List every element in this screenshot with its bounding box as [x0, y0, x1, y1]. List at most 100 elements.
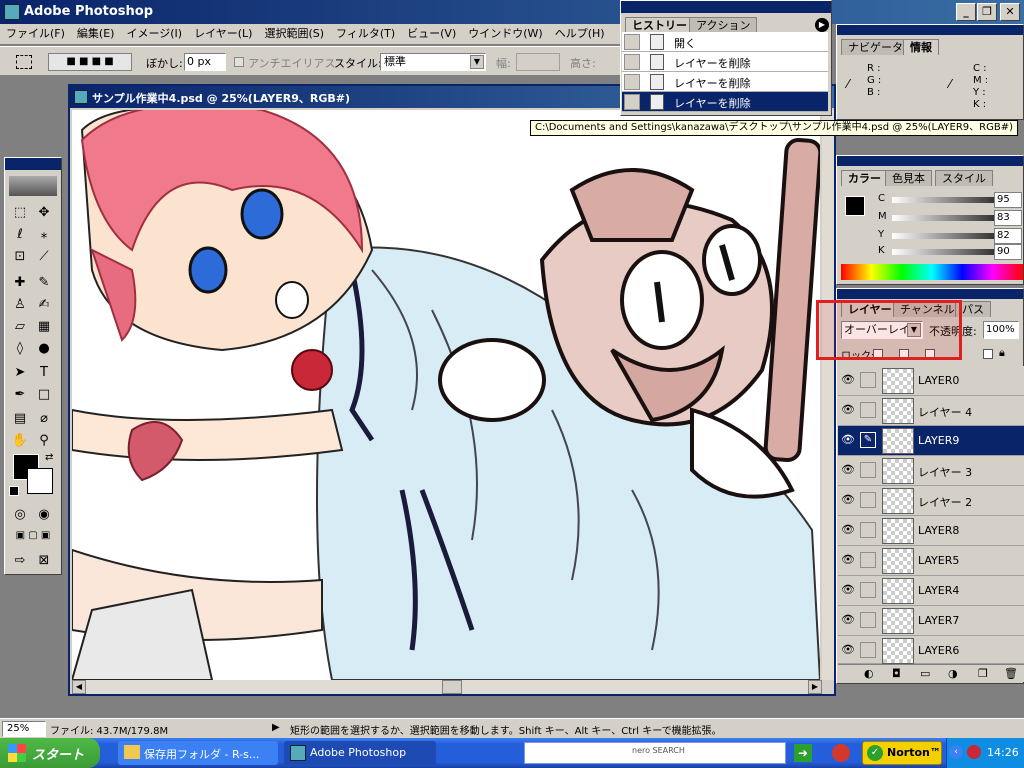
canvas[interactable]: [72, 110, 820, 680]
shape-icon[interactable]: □: [33, 384, 55, 406]
brush-icon[interactable]: ✎: [33, 272, 55, 294]
eye-icon[interactable]: 👁︎: [840, 642, 856, 658]
clone-stamp-icon[interactable]: ♙: [9, 294, 31, 316]
tab-info[interactable]: 情報: [903, 39, 939, 55]
layer-link-box[interactable]: [860, 582, 876, 598]
width-input[interactable]: [516, 53, 560, 71]
menu-filter[interactable]: フィルタ(T): [330, 24, 401, 44]
healing-brush-icon[interactable]: ✚: [9, 272, 31, 294]
history-snapshot-box[interactable]: [624, 94, 640, 110]
pen-icon[interactable]: ✒: [9, 384, 31, 406]
layer-row[interactable]: 👁︎ LAYER0: [838, 366, 1024, 396]
gradient-icon[interactable]: ▦: [33, 316, 55, 338]
blur-icon[interactable]: ◊: [9, 338, 31, 360]
menu-image[interactable]: イメージ(I): [120, 24, 188, 44]
layer-row[interactable]: 👁︎ レイヤー 3: [838, 456, 1024, 486]
move-icon[interactable]: ✥: [33, 202, 55, 224]
layer-link-box[interactable]: [860, 642, 876, 658]
layer-row[interactable]: 👁︎ レイヤー 4: [838, 396, 1024, 426]
default-colors-icon[interactable]: [9, 486, 19, 496]
tab-swatches[interactable]: 色見本: [885, 170, 932, 186]
antialias-checkbox[interactable]: [234, 57, 244, 67]
tab-navigator[interactable]: ナビゲータ: [841, 39, 910, 55]
path-select-icon[interactable]: ➤: [9, 362, 31, 384]
layer-row-selected[interactable]: 👁︎ ✎ LAYER9: [838, 426, 1024, 456]
layer-row[interactable]: 👁︎ LAYER4: [838, 576, 1024, 606]
layer-link-box[interactable]: [860, 402, 876, 418]
channel-value[interactable]: 82: [994, 228, 1022, 244]
feather-input[interactable]: 0 px: [184, 53, 226, 71]
horizontal-scrollbar[interactable]: ◀ ▶: [72, 680, 822, 694]
chevron-down-icon[interactable]: ▼: [470, 55, 484, 69]
hand-icon[interactable]: ✋: [9, 430, 31, 452]
new-layer-icon[interactable]: ❐: [978, 667, 988, 680]
history-snapshot-box[interactable]: [624, 54, 640, 70]
history-item[interactable]: 開く: [622, 32, 828, 52]
layer-style-icon[interactable]: ◐: [864, 667, 874, 680]
tab-history[interactable]: ヒストリー: [625, 17, 694, 33]
tray-app-icon[interactable]: [832, 744, 850, 762]
eye-icon[interactable]: 👁︎: [840, 432, 856, 448]
magic-wand-icon[interactable]: ⁎: [33, 224, 55, 246]
layer-link-box[interactable]: [860, 492, 876, 508]
channel-value[interactable]: 90: [994, 244, 1022, 260]
status-arrow-icon[interactable]: ▶: [272, 722, 280, 733]
eye-icon[interactable]: 👁︎: [840, 612, 856, 628]
eraser-icon[interactable]: ▱: [9, 316, 31, 338]
clock[interactable]: 14:26: [987, 746, 1019, 759]
quick-mask-icon[interactable]: ◉: [33, 504, 55, 526]
zoom-field[interactable]: 25%: [2, 721, 46, 737]
layer-row[interactable]: 👁︎ LAYER7: [838, 606, 1024, 636]
color-slider-c[interactable]: C 95: [840, 192, 1022, 210]
tray-network-icon[interactable]: [967, 745, 981, 759]
menu-layer[interactable]: レイヤー(L): [188, 24, 258, 44]
channel-value[interactable]: 83: [994, 210, 1022, 226]
marquee-icon[interactable]: ⬚: [9, 202, 31, 224]
zoom-icon[interactable]: ⚲: [33, 430, 55, 452]
eyedropper-icon[interactable]: ⌀: [33, 408, 55, 430]
type-icon[interactable]: T: [33, 362, 55, 384]
minimize-button[interactable]: _: [956, 3, 976, 21]
channel-value[interactable]: 95: [994, 192, 1022, 208]
color-slider-k[interactable]: K 90: [840, 244, 1022, 262]
eye-icon[interactable]: 👁︎: [840, 372, 856, 388]
standard-mode-icon[interactable]: ◎: [9, 504, 31, 526]
tray-expand-icon[interactable]: ‹: [949, 745, 963, 759]
taskbar-item-active[interactable]: Adobe Photoshop: [284, 741, 436, 765]
layer-row[interactable]: 👁︎ LAYER5: [838, 546, 1024, 576]
menu-window[interactable]: ウインドウ(W): [462, 24, 548, 44]
history-item-selected[interactable]: レイヤーを削除: [622, 92, 828, 112]
background-color-swatch[interactable]: [27, 468, 53, 494]
history-snapshot-box[interactable]: [624, 74, 640, 90]
eye-icon[interactable]: 👁︎: [840, 522, 856, 538]
dodge-icon[interactable]: ●: [33, 338, 55, 360]
menu-help[interactable]: ヘルプ(H): [549, 24, 611, 44]
eye-icon[interactable]: 👁︎: [840, 462, 856, 478]
layer-link-box[interactable]: [860, 462, 876, 478]
selection-mode-buttons[interactable]: ■ ■ ■ ■: [48, 53, 132, 71]
layer-link-box[interactable]: [860, 612, 876, 628]
marquee-tool-icon[interactable]: [16, 55, 32, 69]
trash-icon[interactable]: 🗑︎: [1004, 667, 1018, 680]
layer-link-box[interactable]: [860, 372, 876, 388]
menu-file[interactable]: ファイル(F): [0, 24, 71, 44]
scroll-right-button[interactable]: ▶: [808, 680, 822, 694]
layer-link-box[interactable]: [860, 522, 876, 538]
lock-all-checkbox[interactable]: [983, 349, 993, 359]
layer-row[interactable]: 👁︎ LAYER8: [838, 516, 1024, 546]
eye-icon[interactable]: 👁︎: [840, 552, 856, 568]
scroll-left-button[interactable]: ◀: [72, 680, 86, 694]
menu-select[interactable]: 選択範囲(S): [258, 24, 330, 44]
slice-icon[interactable]: ⟋: [33, 246, 55, 268]
taskbar-item[interactable]: 保存用フォルダ - R-s...: [118, 741, 278, 765]
layer-link-box[interactable]: [860, 552, 876, 568]
swap-colors-icon[interactable]: ⇄: [45, 452, 53, 463]
opacity-input[interactable]: 100%: [983, 321, 1019, 339]
history-item[interactable]: レイヤーを削除: [622, 52, 828, 72]
spectrum-bar[interactable]: [841, 264, 1023, 280]
switch-app-icon[interactable]: ⊠: [33, 550, 55, 572]
history-brush-icon[interactable]: ✍: [33, 294, 55, 316]
tab-actions[interactable]: アクション: [689, 17, 758, 33]
start-button[interactable]: スタート: [0, 738, 100, 768]
eye-icon[interactable]: 👁︎: [840, 582, 856, 598]
